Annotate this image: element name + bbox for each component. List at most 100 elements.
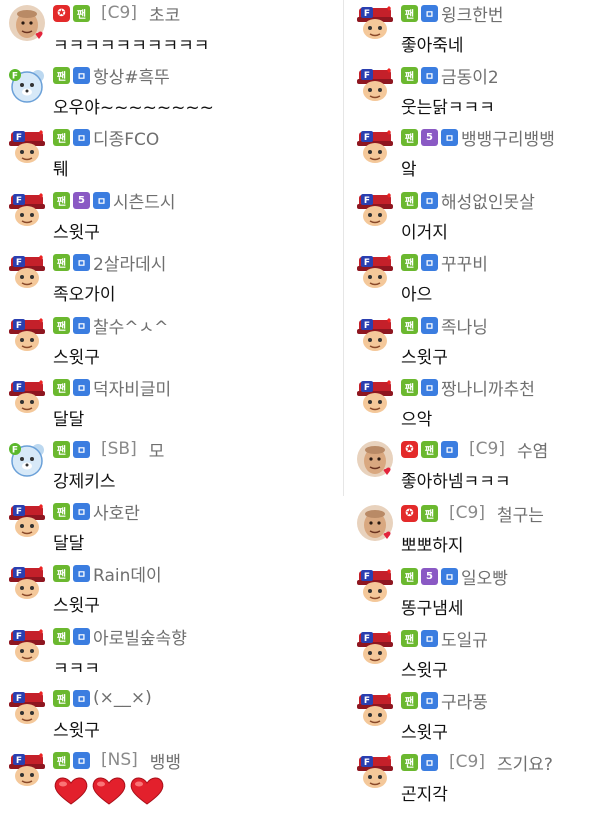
q-badge-icon: ㅁ (421, 66, 438, 84)
message-header: 팬 5 ㅁ 뱅뱅구리뱅뱅 (401, 125, 555, 150)
f-avatar[interactable]: F (356, 4, 394, 42)
message-header: 팬 ㅁ 항상#흑뚜 (53, 63, 170, 88)
fan-badge-icon: 팬 (401, 191, 418, 209)
fan-badge-icon: 팬 (401, 128, 418, 146)
message-header: 팬 5 ㅁ 일오빵 (401, 564, 508, 589)
message-text: 스윗구 (401, 723, 448, 743)
q-badge-icon: ㅁ (73, 502, 90, 520)
nickname[interactable]: 디종FCO (93, 125, 159, 150)
nickname[interactable]: 즈기요? (497, 750, 553, 775)
photo-avatar[interactable] (356, 504, 394, 542)
nickname[interactable]: 일오빵 (461, 564, 508, 589)
clan-tag: [C9] (469, 439, 505, 459)
message-text: 스윗구 (53, 348, 100, 368)
nickname[interactable]: 금동이2 (441, 63, 499, 88)
chat-message: F 팬 ㅁ 사호란 달달 (8, 498, 338, 558)
nickname[interactable]: 꾸꾸비 (441, 250, 488, 275)
chat-message: F 팬 ㅁ 항상#흑뚜 오우야~~~~~~~~ (8, 62, 338, 122)
nickname[interactable]: 덕자비글미 (93, 375, 171, 400)
f-avatar[interactable]: F (356, 191, 394, 229)
chat-message: F 팬 ㅁ 윙크한번 좋아죽네 (356, 0, 591, 60)
q-badge-icon: ㅁ (441, 567, 458, 585)
photo-avatar[interactable] (8, 4, 46, 42)
nickname[interactable]: 시츤드시 (113, 188, 176, 213)
nickname[interactable]: 항상#흑뚜 (93, 63, 170, 88)
chat-message: F 팬 ㅁ 구라풍 스윗구 (356, 687, 591, 747)
svg-text:F: F (364, 71, 370, 81)
q-badge-icon: ㅁ (73, 751, 90, 769)
chat-message: F 팬 ㅁ 금동이2 웃는닭ㅋㅋㅋ (356, 62, 591, 122)
nickname[interactable]: 윙크한번 (441, 1, 504, 26)
chat-message: F 팬 ㅁ 족나닝 스윗구 (356, 312, 591, 372)
f-avatar[interactable]: F (8, 502, 46, 540)
q-badge-icon: ㅁ (73, 440, 90, 458)
chat-message: F 팬 ㅁ 덕자비글미 달달 (8, 374, 338, 434)
photo-avatar[interactable] (356, 440, 394, 478)
nickname[interactable]: 짱나니까추천 (441, 375, 535, 400)
f-avatar[interactable]: F (8, 627, 46, 665)
nickname[interactable]: 철구는 (497, 501, 544, 526)
svg-text:F: F (16, 569, 22, 579)
svg-text:F: F (364, 696, 370, 706)
f-avatar[interactable]: F (8, 689, 46, 727)
chat-message: F 팬 ㅁ 해성없인못살 이거지 (356, 187, 591, 247)
svg-text:F: F (16, 321, 22, 331)
nickname[interactable]: 사호란 (93, 499, 140, 524)
chat-message: F 팬 ㅁ [C9] 즈기요? 곤지각 (356, 749, 591, 809)
bear-avatar[interactable]: F (8, 66, 46, 104)
f-avatar[interactable]: F (356, 316, 394, 354)
message-text: 좋아죽네 (401, 36, 464, 56)
nickname[interactable]: 뱅뱅 (150, 748, 181, 773)
nickname[interactable]: 아로빌숲속향 (93, 624, 187, 649)
message-text: 웃는닭ㅋㅋㅋ (401, 98, 495, 118)
fan-badge-icon: 팬 (53, 316, 70, 334)
nickname[interactable]: 초코 (149, 1, 180, 26)
f-avatar[interactable]: F (356, 567, 394, 605)
bear-avatar[interactable]: F (8, 440, 46, 478)
message-text: 으악 (401, 410, 433, 430)
fan-badge-icon: 팬 (401, 316, 418, 334)
nickname[interactable]: 2살라데시 (93, 250, 166, 275)
f-avatar[interactable]: F (356, 753, 394, 791)
nickname[interactable]: 도일규 (441, 626, 488, 651)
nickname[interactable]: 해성없인못살 (441, 188, 535, 213)
fan-badge-icon: 팬 (53, 191, 70, 209)
svg-text:F: F (364, 321, 370, 331)
nickname[interactable]: 구라풍 (441, 688, 488, 713)
nickname[interactable]: (×__×) (93, 688, 152, 708)
f-avatar[interactable]: F (8, 191, 46, 229)
nickname[interactable]: 족나닝 (441, 313, 488, 338)
f-avatar[interactable]: F (356, 378, 394, 416)
f-avatar[interactable]: F (8, 253, 46, 291)
svg-text:F: F (16, 133, 22, 143)
fan-badge-icon: 팬 (401, 4, 418, 22)
chat-message: F 팬 ㅁ 찰수^ㅅ^ 스윗구 (8, 312, 338, 372)
q-badge-icon: ㅁ (73, 253, 90, 271)
svg-text:F: F (16, 258, 22, 268)
f-avatar[interactable]: F (8, 128, 46, 166)
f-avatar[interactable]: F (8, 751, 46, 789)
svg-text:F: F (364, 133, 370, 143)
nickname[interactable]: 수염 (517, 437, 548, 462)
f-avatar[interactable]: F (356, 66, 394, 104)
f-avatar[interactable]: F (8, 316, 46, 354)
f-avatar[interactable]: F (356, 253, 394, 291)
f-avatar[interactable]: F (356, 128, 394, 166)
f-avatar[interactable]: F (8, 564, 46, 602)
q-badge-icon: ㅁ (421, 378, 438, 396)
f-avatar[interactable]: F (8, 378, 46, 416)
f-avatar[interactable]: F (356, 629, 394, 667)
fan-badge-icon: 팬 (401, 253, 418, 271)
chat-message: F 팬 ㅁ 짱나니까추천 으악 (356, 374, 591, 434)
nickname[interactable]: 찰수^ㅅ^ (93, 313, 168, 338)
q-badge-icon: ㅁ (421, 316, 438, 334)
chat-message: F 팬 5 ㅁ 일오빵 똥구냄세 (356, 563, 591, 623)
f-avatar[interactable]: F (356, 691, 394, 729)
nickname[interactable]: 모 (149, 437, 165, 462)
q-badge-icon: ㅁ (421, 753, 438, 771)
chat-message: F 팬 ㅁ [NS] 뱅뱅 (8, 747, 338, 807)
svg-text:F: F (364, 634, 370, 644)
nickname[interactable]: 뱅뱅구리뱅뱅 (461, 125, 555, 150)
nickname[interactable]: Rain데이 (93, 561, 162, 586)
message-header: ✪ 팬 [C9] 철구는 (401, 501, 544, 526)
